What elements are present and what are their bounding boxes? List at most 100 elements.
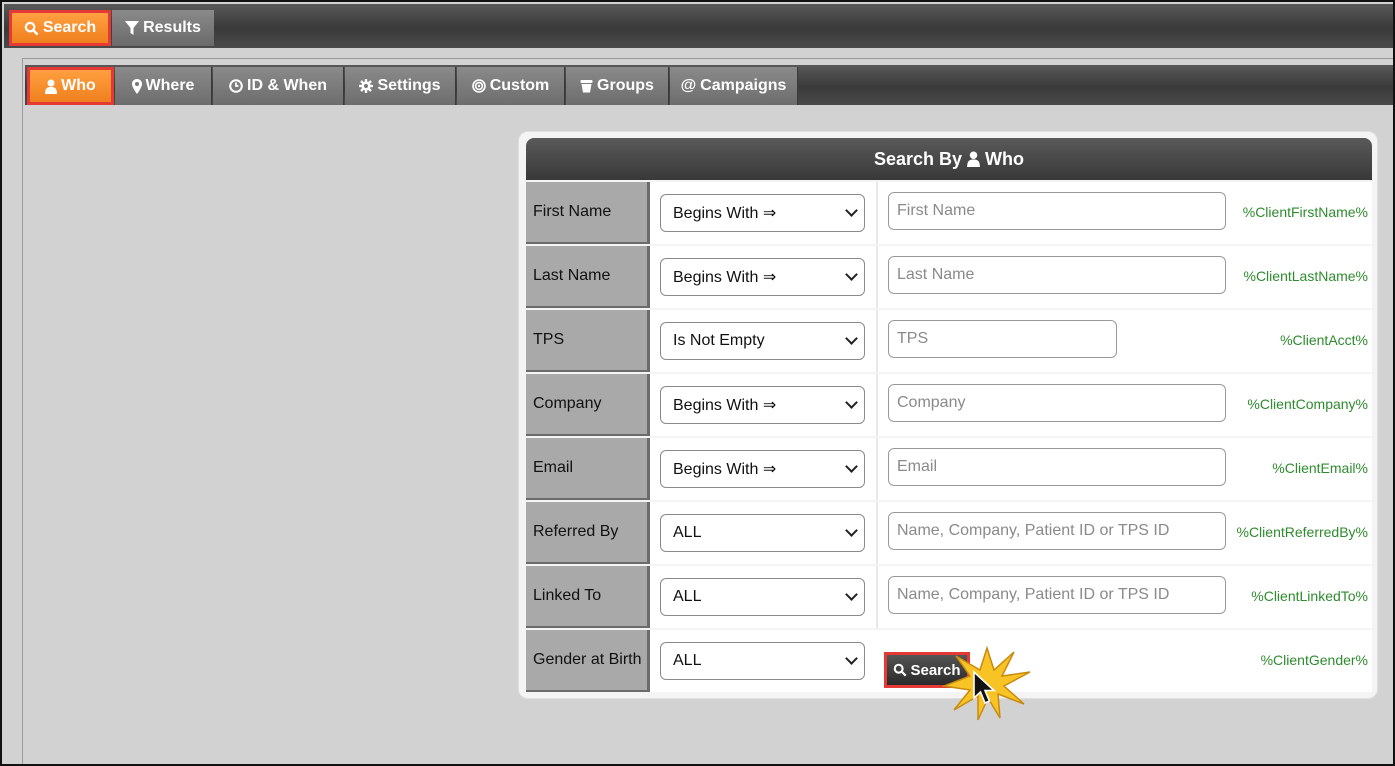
operator-value: Begins With ⇒ [673,269,777,286]
row-cell: Begins With ⇒ First Name %ClientFirstNam… [650,182,1372,244]
operator-select[interactable]: ALL [660,578,865,616]
sub-tab-where[interactable]: Where [115,67,212,105]
sub-tab-groups-label: Groups [597,77,654,94]
operator-select[interactable]: ALL [660,514,865,552]
top-tab-bar: Search Results [4,4,1393,48]
filter-icon [125,20,140,35]
group-icon [580,80,593,93]
card-title-suffix: Who [985,148,1025,169]
field-label: Last Name [526,246,650,308]
sub-tab-settings-label: Settings [377,77,441,94]
card-header: Search By Who [526,138,1372,180]
row-cell: ALL Name, Company, Patient ID or TPS ID … [650,502,1372,564]
search-icon [894,663,907,677]
operator-select[interactable]: ALL [660,642,865,680]
operator-value: Begins With ⇒ [673,397,777,414]
operator-select[interactable]: Begins With ⇒ [660,258,865,296]
mouse-pointer-icon [973,670,997,705]
referred-by-input[interactable]: Name, Company, Patient ID or TPS ID [888,512,1226,550]
chevron-down-icon [845,460,858,473]
row-cell: Begins With ⇒ Email %ClientEmail% [650,438,1372,500]
field-label: Referred By [526,502,650,564]
at-icon: @ [680,77,697,94]
tab-results-label: Results [143,19,201,36]
merge-token: %ClientAcct% [1280,332,1368,348]
sub-tab-id-when[interactable]: ID & When [213,67,344,105]
divider [876,182,878,244]
linked-to-input[interactable]: Name, Company, Patient ID or TPS ID [888,576,1226,614]
operator-select[interactable]: Is Not Empty [660,322,865,360]
search-card: Search By Who First Name Begins With ⇒ F… [518,131,1378,699]
row-company: Company Begins With ⇒ Company %ClientCom… [526,374,1372,438]
chevron-down-icon [845,204,858,217]
clock-icon [229,79,243,93]
operator-value: ALL [673,524,702,541]
map-marker-icon [131,78,142,94]
field-label: Gender at Birth [526,630,650,692]
tps-input[interactable]: TPS [888,320,1117,358]
sub-tab-groups[interactable]: Groups [566,67,669,105]
divider [876,566,878,628]
operator-value: ALL [673,652,702,669]
tab-results[interactable]: Results [112,10,214,46]
chevron-down-icon [845,396,858,409]
sub-tab-campaigns[interactable]: @ Campaigns [670,67,798,105]
field-label: Company [526,374,650,436]
divider [876,246,878,308]
tab-search-label: Search [42,19,97,36]
field-label: First Name [526,182,650,244]
operator-select[interactable]: Begins With ⇒ [660,386,865,424]
card-title-prefix: Search By [873,148,963,169]
operator-value: ALL [673,588,702,605]
operator-value: Begins With ⇒ [673,205,777,222]
merge-token: %ClientLastName% [1243,268,1369,284]
divider [876,502,878,564]
chevron-down-icon [845,588,858,601]
row-last-name: Last Name Begins With ⇒ Last Name %Clien… [526,246,1372,310]
merge-token: %ClientReferredBy% [1236,524,1369,540]
row-linked-to: Linked To ALL Name, Company, Patient ID … [526,566,1372,630]
first-name-input[interactable]: First Name [888,192,1226,230]
sub-tab-settings[interactable]: Settings [345,67,456,105]
chevron-down-icon [845,652,858,665]
chevron-down-icon [845,268,858,281]
merge-token: %ClientGender% [1260,652,1368,668]
search-icon [24,21,39,35]
gear-icon [359,79,374,93]
sub-tab-custom-label: Custom [489,77,550,94]
last-name-input[interactable]: Last Name [888,256,1226,294]
row-referred-by: Referred By ALL Name, Company, Patient I… [526,502,1372,566]
row-cell: Is Not Empty TPS %ClientAcct% [650,310,1372,372]
row-cell: ALL Name, Company, Patient ID or TPS ID … [650,566,1372,628]
operator-select[interactable]: Begins With ⇒ [660,450,865,488]
field-label: Email [526,438,650,500]
chevron-down-icon [845,332,858,345]
row-email: Email Begins With ⇒ Email %ClientEmail% [526,438,1372,502]
operator-value: Is Not Empty [673,332,765,349]
merge-token: %ClientCompany% [1247,396,1368,412]
field-label: Linked To [526,566,650,628]
company-input[interactable]: Company [888,384,1226,422]
sub-tab-custom[interactable]: Custom [457,67,565,105]
merge-token: %ClientEmail% [1272,460,1368,476]
divider [876,310,878,372]
person-icon [967,151,980,167]
merge-token: %ClientFirstName% [1242,204,1368,220]
merge-token: %ClientLinkedTo% [1251,588,1368,604]
sub-tab-campaigns-label: Campaigns [700,77,787,94]
search-panel: Who Where ID & When Settings Custom Grou… [22,58,1393,764]
person-icon [45,79,58,94]
tab-search[interactable]: Search [9,10,111,46]
row-cell: Begins With ⇒ Last Name %ClientLastName% [650,246,1372,308]
chevron-down-icon [845,524,858,537]
sub-tab-who-label: Who [61,77,96,94]
operator-select[interactable]: Begins With ⇒ [660,194,865,232]
row-first-name: First Name Begins With ⇒ First Name %Cli… [526,182,1372,246]
row-tps: TPS Is Not Empty TPS %ClientAcct% [526,310,1372,374]
sub-tab-who[interactable]: Who [27,67,114,105]
sub-tab-id-when-label: ID & When [247,77,327,94]
bullseye-icon [471,79,486,93]
row-cell: Begins With ⇒ Company %ClientCompany% [650,374,1372,436]
email-input[interactable]: Email [888,448,1226,486]
sub-tab-where-label: Where [145,77,195,94]
